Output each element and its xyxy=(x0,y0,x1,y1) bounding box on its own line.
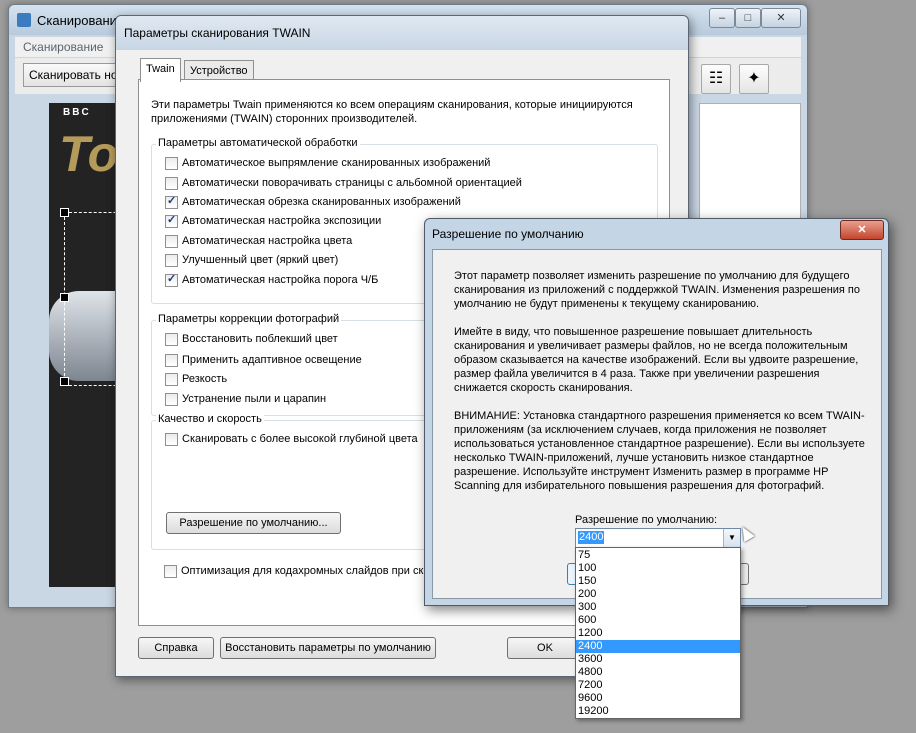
checkbox-label: Резкость xyxy=(182,373,228,385)
checkbox-label: Оптимизация для кодахромных слайдов при … xyxy=(181,565,430,577)
checkbox-label: Автоматическая настройка цвета xyxy=(182,235,353,247)
tab-device[interactable]: Устройство xyxy=(184,60,254,81)
resolution-select[interactable]: 2400 ▼ xyxy=(575,528,741,548)
checkbox-box[interactable] xyxy=(165,235,178,248)
app-icon xyxy=(17,13,31,27)
twain-titlebar[interactable]: Параметры сканирования TWAIN xyxy=(116,16,688,50)
checkbox-label: Применить адаптивное освещение xyxy=(182,354,362,366)
auto-group-title: Параметры автоматической обработки xyxy=(156,137,360,149)
resolution-dropdown-list[interactable]: 75 100 150 200 300 600 1200 2400 3600 48… xyxy=(575,547,741,719)
checkbox-label: Улучшенный цвет (яркий цвет) xyxy=(182,254,339,266)
checkbox-box[interactable] xyxy=(165,195,178,209)
checkbox-label: Автоматическая настройка экспозиции xyxy=(182,215,382,227)
checkbox-box[interactable] xyxy=(165,354,178,367)
checkbox-box[interactable] xyxy=(165,273,178,287)
twain-intro-text: Эти параметры Twain применяются ко всем … xyxy=(151,99,633,125)
checkbox-box[interactable] xyxy=(164,565,177,578)
bbc-logo: BBC xyxy=(63,107,91,118)
maximize-button[interactable]: □ xyxy=(735,8,761,28)
ok-button[interactable]: OK xyxy=(507,637,583,659)
resolution-option[interactable]: 150 xyxy=(576,575,740,588)
resolution-option[interactable]: 200 xyxy=(576,588,740,601)
checkbox-box[interactable] xyxy=(165,333,178,346)
checkbox-box[interactable] xyxy=(165,373,178,386)
quality-group-title: Качество и скорость xyxy=(156,413,264,425)
tab-twain[interactable]: Twain xyxy=(140,58,181,82)
resolution-option[interactable]: 3600 xyxy=(576,653,740,666)
resolution-option[interactable]: 300 xyxy=(576,601,740,614)
checkbox-box[interactable] xyxy=(165,393,178,406)
resolution-option[interactable]: 1200 xyxy=(576,627,740,640)
resolution-option[interactable]: 100 xyxy=(576,562,740,575)
resolution-paragraph-2: Имейте в виду, что повышенное разрешение… xyxy=(454,326,859,394)
selection-handle[interactable] xyxy=(60,293,69,302)
selection-handle[interactable] xyxy=(60,377,69,386)
photo-group-title: Параметры коррекции фотографий xyxy=(156,313,342,325)
checkbox-box[interactable] xyxy=(165,214,178,228)
checkbox-label: Автоматическая обрезка сканированных изо… xyxy=(182,196,461,208)
resolution-paragraph-1: Этот параметр позволяет изменить разреше… xyxy=(454,270,861,310)
scan-new-button[interactable]: Сканировать нов xyxy=(23,63,130,87)
default-resolution-button[interactable]: Разрешение по умолчанию... xyxy=(166,512,341,534)
checkbox-label: Восстановить поблекший цвет xyxy=(182,333,338,345)
minimize-button[interactable]: – xyxy=(709,8,735,28)
checkbox-box[interactable] xyxy=(165,157,178,170)
checkbox-box[interactable] xyxy=(165,433,178,446)
resolution-option[interactable]: 75 xyxy=(576,549,740,562)
twain-title: Параметры сканирования TWAIN xyxy=(124,26,311,40)
resolution-paragraph-3: ВНИМАНИЕ: Установка стандартного разреше… xyxy=(454,410,865,492)
resolution-option[interactable]: 600 xyxy=(576,614,740,627)
checkbox-label: Автоматически поворачивать страницы с ал… xyxy=(182,177,522,189)
checkbox-label: Устранение пыли и царапин xyxy=(182,393,327,405)
checkbox-label: Сканировать с более высокой глубиной цве… xyxy=(182,433,418,445)
checkbox-label: Автоматическое выпрямление сканированных… xyxy=(182,157,491,169)
checkbox-box[interactable] xyxy=(165,177,178,190)
resolution-select-label: Разрешение по умолчанию: xyxy=(575,514,718,526)
close-button[interactable]: ✕ xyxy=(840,220,884,240)
resolution-option[interactable]: 19200 xyxy=(576,705,740,718)
resolution-titlebar[interactable]: Разрешение по умолчанию ✕ xyxy=(425,219,888,247)
checkbox-box[interactable] xyxy=(165,254,178,267)
settings-sliders-icon[interactable]: ☷ xyxy=(701,64,731,94)
restore-defaults-button[interactable]: Восстановить параметры по умолчанию xyxy=(220,637,436,659)
magic-wand-icon[interactable]: ✦ xyxy=(739,64,769,94)
selection-handle[interactable] xyxy=(60,208,69,217)
help-button[interactable]: Справка xyxy=(138,637,214,659)
resolution-option[interactable]: 9600 xyxy=(576,692,740,705)
checkbox-label: Автоматическая настройка порога Ч/Б xyxy=(182,274,379,286)
resolution-option-selected[interactable]: 2400 xyxy=(576,640,740,653)
resolution-title: Разрешение по умолчанию xyxy=(432,227,584,241)
resolution-selected-value: 2400 xyxy=(578,531,605,544)
main-close-button[interactable]: ✕ xyxy=(761,8,801,28)
menu-scan[interactable]: Сканирование xyxy=(23,40,103,54)
resolution-option[interactable]: 4800 xyxy=(576,666,740,679)
resolution-option[interactable]: 7200 xyxy=(576,679,740,692)
